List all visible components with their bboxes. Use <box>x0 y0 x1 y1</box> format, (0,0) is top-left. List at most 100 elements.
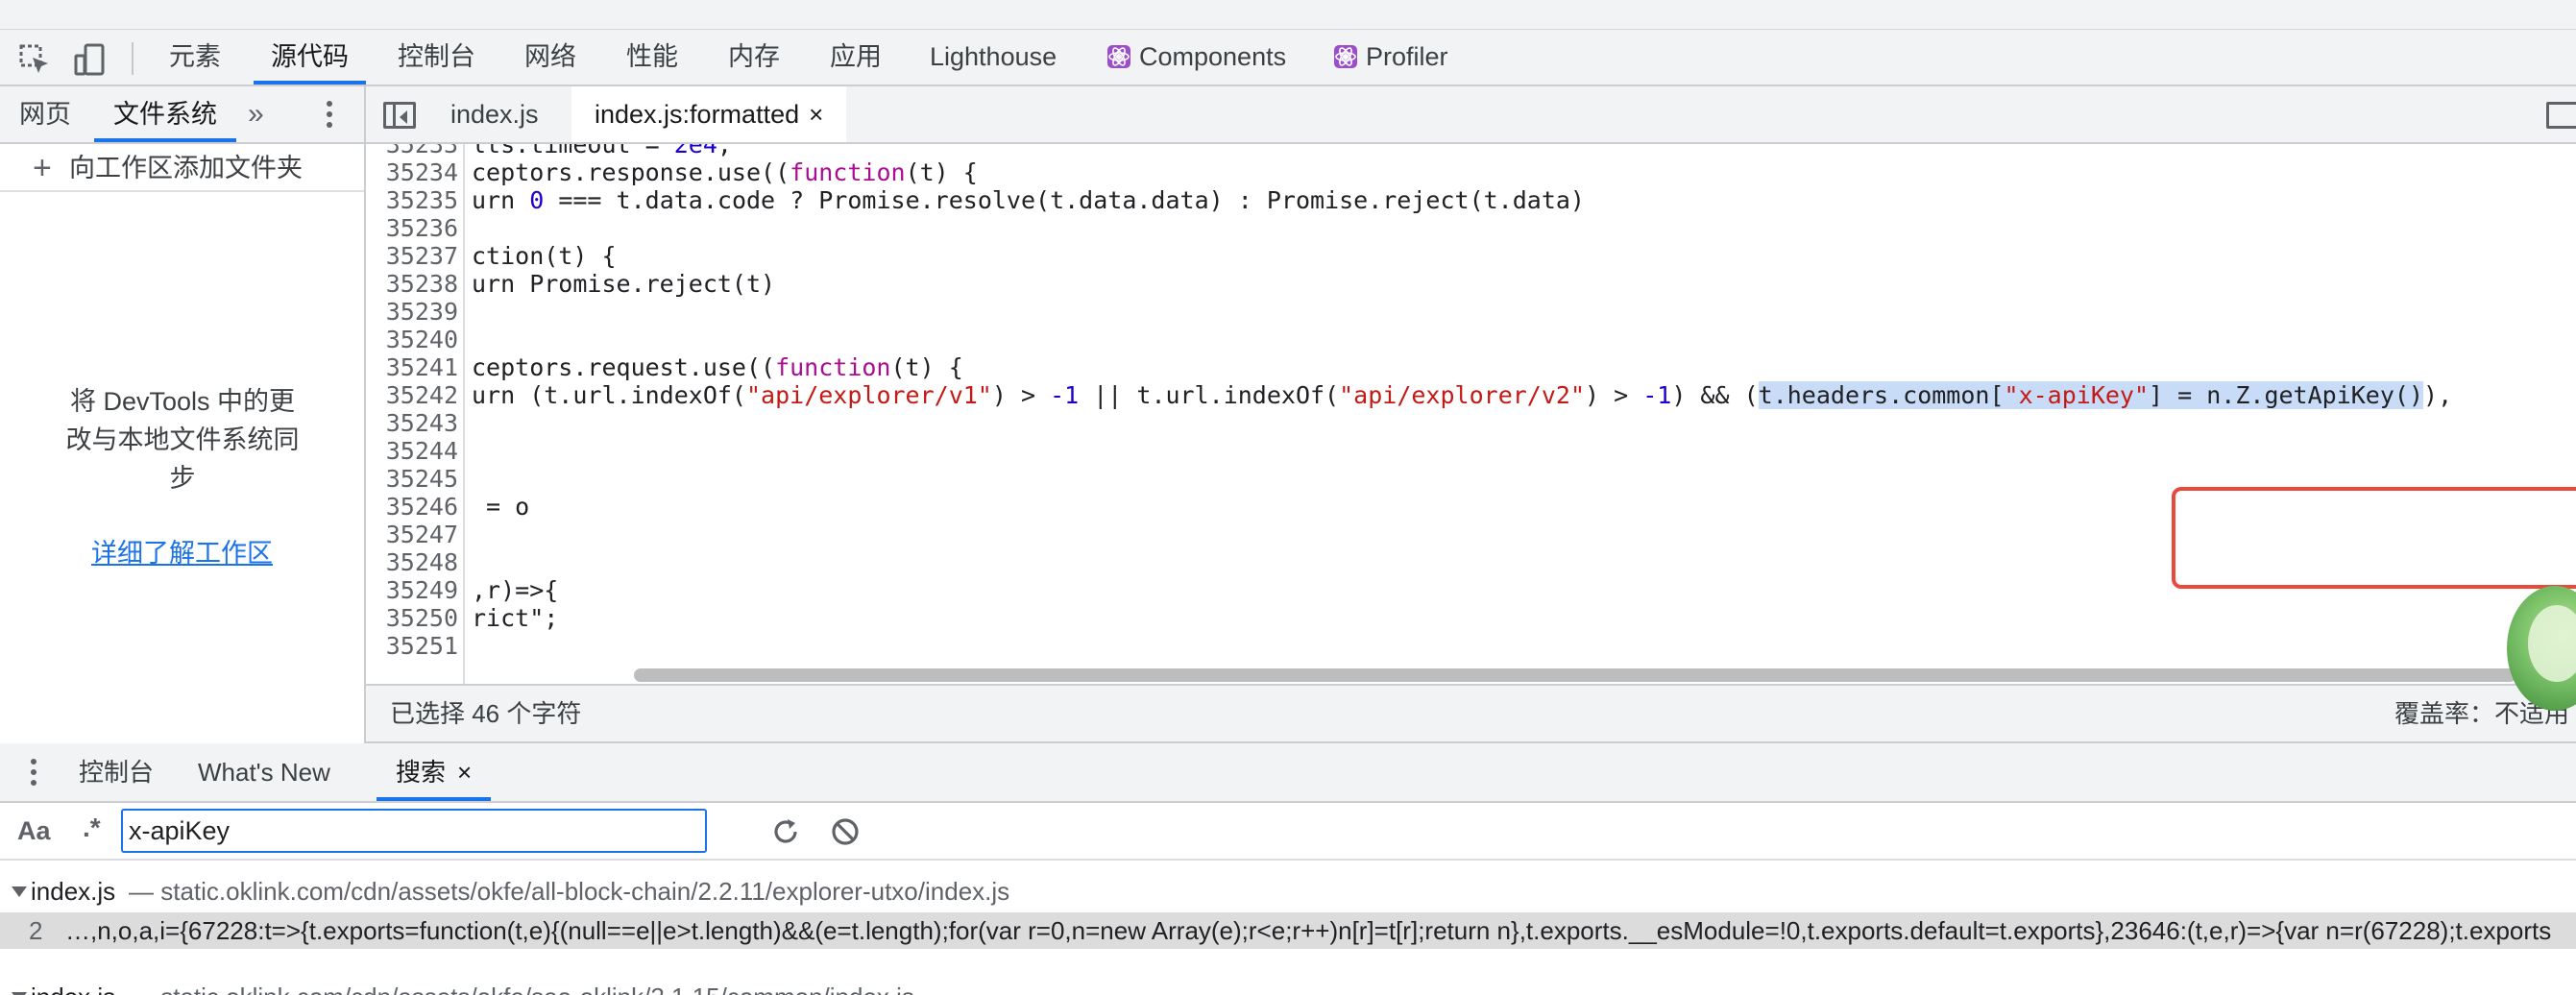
code-text: ceptors.response.use((function(t) { <box>472 158 978 186</box>
line-number[interactable]: 35236 <box>366 214 458 242</box>
refresh-icon[interactable] <box>770 816 801 847</box>
result-file-name: index.js <box>31 978 115 995</box>
match-case-toggle[interactable]: Aa <box>17 816 51 846</box>
add-folder-button[interactable]: + 向工作区添加文件夹 <box>0 144 364 192</box>
line-number[interactable]: 35241 <box>366 353 458 381</box>
editor-statusbar: 已选择 46 个字符 覆盖率：不适用 <box>366 684 2576 743</box>
tab-console[interactable]: 控制台 <box>380 30 493 85</box>
line-number[interactable]: 35248 <box>366 548 458 576</box>
workspace-message: 将 DevTools 中的更改与本地文件系统同步 <box>65 387 300 493</box>
navigator-tabbar: 网页 文件系统 » <box>0 86 364 144</box>
code-line[interactable]: 35233 lts.timeout = 2e4, <box>366 144 2576 158</box>
code-line[interactable]: 35241 ceptors.request.use((function(t) { <box>366 353 2576 381</box>
code-text: ,r)=>{ <box>472 576 559 604</box>
result-match-row[interactable]: 2 …,n,o,a,i={67228:t=>{t.exports=functio… <box>0 912 2576 949</box>
editor-tab-index-formatted[interactable]: index.js:formatted × <box>571 86 847 142</box>
line-number[interactable]: 35246 <box>366 493 458 521</box>
result-file-name: index.js <box>31 877 116 906</box>
plus-icon: + <box>33 150 52 186</box>
code-text: urn Promise.reject(t) <box>472 270 776 298</box>
toggle-debugger-icon[interactable] <box>2546 102 2576 129</box>
tab-profiler-label: Profiler <box>1366 42 1448 71</box>
line-number[interactable]: 35244 <box>366 437 458 465</box>
editor-tabbar: index.js index.js:formatted × <box>366 86 2576 144</box>
inspect-element-icon[interactable] <box>17 42 52 77</box>
more-tabs-icon[interactable]: » <box>248 100 264 129</box>
code-view[interactable]: 35233 lts.timeout = 2e4, 35234 ceptors.resp… <box>366 144 2576 745</box>
selection-status: 已选择 46 个字符 <box>390 699 582 728</box>
navigator-menu-icon[interactable] <box>325 101 334 130</box>
regex-toggle[interactable]: .* <box>83 813 101 843</box>
tab-filesystem[interactable]: 文件系统 <box>94 86 236 142</box>
editor-tab-index-js[interactable]: index.js <box>427 86 562 142</box>
horizontal-scrollbar[interactable] <box>634 668 2516 682</box>
window-top-strip <box>0 0 2576 30</box>
code-line[interactable]: 35242 urn (t.url.indexOf("api/explorer/v1… <box>366 381 2576 409</box>
annotation-highlight-box <box>2172 487 2576 589</box>
drawer-tab-search[interactable]: 搜索 × <box>377 743 492 801</box>
tab-network[interactable]: 网络 <box>507 30 594 85</box>
tab-application[interactable]: 应用 <box>813 30 899 85</box>
match-text: …,n,o,a,i={67228:t=>{t.exports=function(… <box>65 916 2552 945</box>
code-line[interactable]: 35234 ceptors.response.use((function(t) { <box>366 158 2576 186</box>
line-number[interactable]: 35240 <box>366 326 458 353</box>
code-line[interactable]: 35237 ction(t) { <box>366 242 2576 270</box>
tab-memory[interactable]: 内存 <box>711 30 797 85</box>
device-toolbar-icon[interactable] <box>73 42 108 77</box>
line-number[interactable]: 35234 <box>366 158 458 186</box>
code-line[interactable]: 35238 urn Promise.reject(t) <box>366 270 2576 298</box>
line-number[interactable]: 35233 <box>366 144 458 158</box>
expand-triangle-icon <box>12 886 27 897</box>
drawer-tab-whats-new[interactable]: What's New <box>179 743 350 801</box>
line-number[interactable]: 35239 <box>366 298 458 326</box>
react-icon <box>1107 45 1130 68</box>
tab-performance[interactable]: 性能 <box>609 30 695 85</box>
line-number[interactable]: 35249 <box>366 576 458 604</box>
code-text: lts.timeout = 2e4, <box>472 144 732 158</box>
tab-page[interactable]: 网页 <box>0 86 90 142</box>
line-number[interactable]: 35238 <box>366 270 458 298</box>
react-icon <box>1334 45 1357 68</box>
source-editor: index.js index.js:formatted × 35233 lts.ti… <box>366 86 2576 745</box>
tab-lighthouse[interactable]: Lighthouse <box>912 30 1074 85</box>
line-number[interactable]: 35242 <box>366 381 458 409</box>
match-line-number: 2 <box>29 916 43 945</box>
tab-components[interactable]: Components <box>1089 30 1303 85</box>
tab-components-label: Components <box>1139 42 1287 71</box>
code-line[interactable]: 35236 <box>366 214 2576 242</box>
code-line[interactable]: 35239 <box>366 298 2576 326</box>
code-line[interactable]: 35243 <box>366 409 2576 437</box>
search-input[interactable] <box>121 809 707 853</box>
drawer-menu-icon[interactable] <box>29 759 38 788</box>
drawer-tab-search-label: 搜索 <box>396 758 447 787</box>
line-number[interactable]: 35245 <box>366 465 458 493</box>
tab-profiler[interactable]: Profiler <box>1316 30 1466 85</box>
learn-workspace-link[interactable]: 详细了解工作区 <box>0 532 364 570</box>
code-line[interactable]: 35250 rict"; <box>366 604 2576 632</box>
line-number[interactable]: 35247 <box>366 521 458 548</box>
search-toolbar: Aa .* <box>0 803 2576 861</box>
line-number[interactable]: 35250 <box>366 604 458 632</box>
code-line[interactable]: 35240 <box>366 326 2576 353</box>
code-text: ceptors.request.use((function(t) { <box>472 353 963 381</box>
close-icon[interactable]: × <box>457 758 472 787</box>
clear-search-icon[interactable] <box>830 816 861 847</box>
code-line[interactable]: 35235 urn 0 === t.data.code ? Promise.res… <box>366 186 2576 214</box>
code-line[interactable]: 35251 <box>366 632 2576 660</box>
drawer-tabbar: 控制台 What's New 搜索 × <box>0 743 2576 803</box>
code-text: = o <box>472 493 530 521</box>
line-number[interactable]: 35235 <box>366 186 458 214</box>
sources-navigator: 网页 文件系统 » + 向工作区添加文件夹 将 DevTools 中的更改与本地… <box>0 86 366 743</box>
line-number[interactable]: 35251 <box>366 632 458 660</box>
code-line[interactable]: 35244 <box>366 437 2576 465</box>
line-number[interactable]: 35237 <box>366 242 458 270</box>
drawer-tab-console[interactable]: 控制台 <box>60 743 173 801</box>
tab-elements[interactable]: 元素 <box>152 30 238 85</box>
line-number[interactable]: 35243 <box>366 409 458 437</box>
toggle-navigator-icon[interactable] <box>383 102 416 129</box>
code-text: rict"; <box>472 604 559 632</box>
close-icon[interactable]: × <box>809 100 823 129</box>
devtools-main-tabbar: 元素 源代码 控制台 网络 性能 内存 应用 Lighthouse Compon… <box>0 30 2576 86</box>
tab-sources[interactable]: 源代码 <box>254 30 366 85</box>
result-file-url: — static.oklink.com/cdn/assets/okfe/all-… <box>129 877 1010 906</box>
